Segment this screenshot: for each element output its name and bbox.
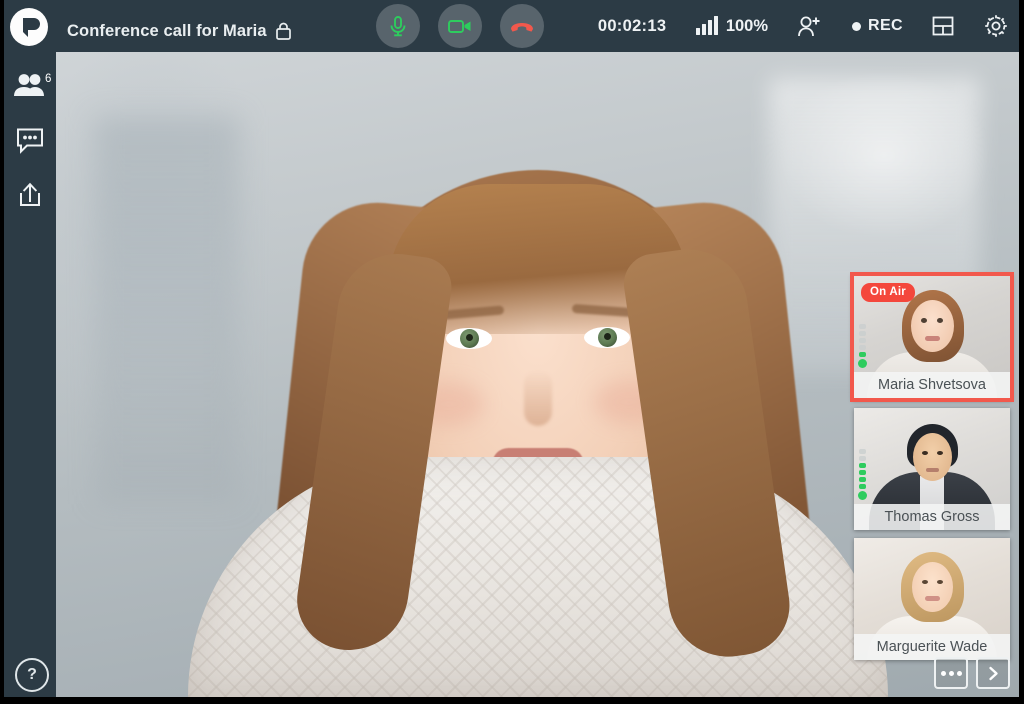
on-air-badge: On Air [861, 283, 915, 302]
main-video-stage[interactable]: On Air Maria Shvetsova [56, 52, 1019, 697]
battery-percent: 100% [726, 17, 768, 36]
left-sidebar: 6 ? [4, 52, 56, 697]
call-controls [376, 4, 544, 48]
participants-icon [12, 71, 48, 97]
sidebar-item-participants[interactable]: 6 [4, 62, 56, 108]
app-header: Conference call for Maria [4, 0, 1019, 52]
record-label: REC [868, 17, 903, 35]
video-camera-icon [447, 16, 473, 36]
signal-bars-icon [696, 17, 718, 35]
chevron-right-icon [987, 666, 1000, 681]
participant-name: Maria Shvetsova [854, 372, 1010, 398]
record-dot-icon [852, 22, 861, 31]
add-person-icon [796, 14, 822, 38]
filmstrip-nav [934, 657, 1010, 689]
participant-thumbnail[interactable]: Marguerite Wade [854, 538, 1010, 660]
video-call-window: Conference call for Maria [0, 0, 1024, 704]
header-status-group: 00:02:13 100% REC [598, 0, 1009, 52]
add-person-button[interactable] [796, 14, 822, 38]
layout-button[interactable] [931, 14, 955, 38]
brand-logo-glyph [10, 8, 48, 46]
next-button[interactable] [976, 657, 1010, 689]
help-button[interactable]: ? [15, 658, 49, 692]
camera-button[interactable] [438, 4, 482, 48]
hang-up-phone-icon [508, 16, 536, 36]
brand: Conference call for Maria [10, 8, 48, 46]
participant-thumbnail[interactable]: On Air Maria Shvetsova [852, 274, 1012, 400]
help-label: ? [27, 666, 37, 684]
microphone-button[interactable] [376, 4, 420, 48]
participants-badge: 6 [45, 73, 51, 85]
sidebar-item-share[interactable] [4, 172, 56, 218]
sidebar-item-chat[interactable] [4, 117, 56, 163]
participant-thumbnail[interactable]: Thomas Gross [854, 408, 1010, 530]
eye-right [584, 327, 630, 348]
chat-bubble-icon [15, 127, 45, 154]
microphone-icon [386, 14, 410, 38]
eye-left [446, 328, 492, 349]
hang-up-button[interactable] [500, 4, 544, 48]
audio-level-meter [859, 449, 867, 500]
call-timer: 00:02:13 [598, 17, 666, 36]
participant-name: Thomas Gross [854, 504, 1010, 530]
layout-grid-icon [931, 14, 955, 38]
brand-logo-icon [10, 8, 48, 46]
settings-button[interactable] [983, 13, 1009, 39]
share-upload-icon [16, 181, 44, 209]
lock-icon [275, 22, 292, 40]
gear-icon [983, 13, 1009, 39]
page-title: Conference call for Maria [67, 22, 267, 41]
more-button[interactable] [934, 657, 968, 689]
record-button[interactable]: REC [852, 17, 903, 35]
nose [524, 370, 552, 426]
participant-filmstrip: On Air Maria Shvetsova [854, 276, 1010, 668]
audio-level-meter [859, 324, 867, 368]
more-dots-icon [941, 671, 962, 676]
